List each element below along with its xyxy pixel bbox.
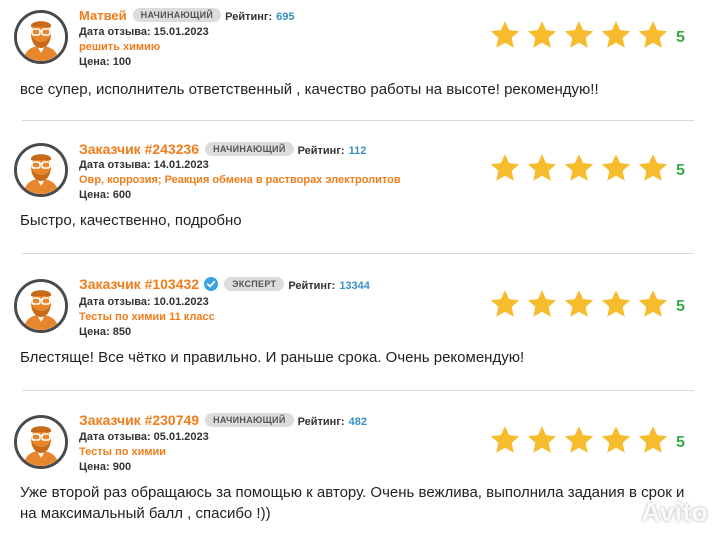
star-icon — [600, 20, 637, 48]
order-price: Цена: 900 — [79, 461, 132, 473]
star-icon — [563, 425, 600, 453]
rating-value: 13344 — [339, 280, 370, 292]
verified-icon — [204, 277, 219, 294]
star-rating — [489, 153, 674, 185]
user-avatar[interactable] — [14, 415, 68, 469]
star-icon — [637, 289, 674, 317]
reviewer-name[interactable]: Заказчик #103432 — [79, 276, 199, 292]
review-text: все супер, исполнитель ответственный , к… — [20, 81, 599, 98]
star-icon — [637, 20, 674, 48]
order-subject[interactable]: Тесты по химии 11 класс — [79, 311, 215, 323]
score-value: 5 — [676, 29, 685, 46]
person-icon — [17, 282, 65, 330]
order-subject[interactable]: Тесты по химии — [79, 446, 166, 458]
reviewer-name[interactable]: Заказчик #243236 — [79, 141, 199, 157]
review-header: Заказчик #243236 начинающий Рейтинг: 112 — [79, 141, 366, 157]
score-value: 5 — [676, 298, 685, 315]
star-icon — [526, 20, 563, 48]
level-badge: эксперт — [224, 277, 285, 291]
reviewer-name[interactable]: Матвей — [79, 8, 127, 23]
star-icon — [600, 289, 637, 317]
review-text: Быстро, качественно, подробно — [20, 212, 242, 229]
review-header: Матвей начинающий Рейтинг: 695 — [79, 8, 294, 23]
score-value: 5 — [676, 162, 685, 179]
reviewer-name[interactable]: Заказчик #230749 — [79, 412, 199, 428]
star-icon — [563, 289, 600, 317]
order-price: Цена: 850 — [79, 326, 132, 338]
star-icon — [526, 153, 563, 181]
rating-value: 112 — [348, 145, 367, 157]
level-badge: начинающий — [132, 8, 222, 22]
review-date: Дата отзыва: 15.01.2023 — [79, 26, 209, 38]
rating-label: Рейтинг: — [225, 11, 273, 23]
score-value: 5 — [676, 434, 685, 451]
user-avatar[interactable] — [14, 143, 68, 197]
star-icon — [563, 153, 600, 181]
star-icon — [526, 425, 563, 453]
review-header: Заказчик #103432 эксперт Рейтинг: 13344 — [79, 276, 370, 294]
order-subject[interactable]: решить химию — [79, 41, 160, 53]
user-avatar[interactable] — [14, 10, 68, 64]
review-card: Матвей начинающий Рейтинг: 695 Дата отзыва:… — [0, 0, 720, 125]
star-icon — [489, 289, 526, 317]
star-rating — [489, 289, 674, 321]
user-avatar[interactable] — [14, 279, 68, 333]
person-icon — [17, 418, 65, 466]
divider — [22, 120, 694, 121]
star-icon — [489, 153, 526, 181]
star-icon — [600, 425, 637, 453]
star-icon — [637, 153, 674, 181]
star-icon — [526, 289, 563, 317]
star-icon — [489, 20, 526, 48]
review-date: Дата отзыва: 14.01.2023 — [79, 159, 209, 171]
review-text: Блестяще! Все чётко и правильно. И раньш… — [20, 349, 525, 366]
review-date: Дата отзыва: 10.01.2023 — [79, 296, 209, 308]
star-icon — [600, 153, 637, 181]
order-subject[interactable]: Овр, коррозия; Реакция обмена в раствора… — [79, 174, 401, 186]
star-icon — [637, 425, 674, 453]
review-date: Дата отзыва: 05.01.2023 — [79, 431, 209, 443]
order-price: Цена: 600 — [79, 189, 132, 201]
rating-value: 695 — [276, 11, 295, 23]
level-badge: начинающий — [205, 142, 294, 156]
avito-watermark: Avito — [641, 497, 708, 527]
person-icon — [17, 13, 65, 61]
rating-label: Рейтинг: — [297, 416, 345, 428]
rating-value: 482 — [348, 416, 367, 428]
rating-label: Рейтинг: — [297, 145, 345, 157]
order-price: Цена: 100 — [79, 56, 132, 68]
divider — [22, 253, 694, 254]
star-icon — [563, 20, 600, 48]
level-badge: начинающий — [205, 413, 294, 427]
review-header: Заказчик #230749 начинающий Рейтинг: 482 — [79, 412, 367, 428]
star-icon — [489, 425, 526, 453]
star-rating — [489, 425, 674, 457]
divider — [22, 390, 694, 391]
review-text: Уже второй раз обращаюсь за помощью к ав… — [20, 484, 685, 522]
person-icon — [17, 146, 65, 194]
rating-label: Рейтинг: — [288, 280, 336, 292]
star-rating — [489, 20, 674, 52]
